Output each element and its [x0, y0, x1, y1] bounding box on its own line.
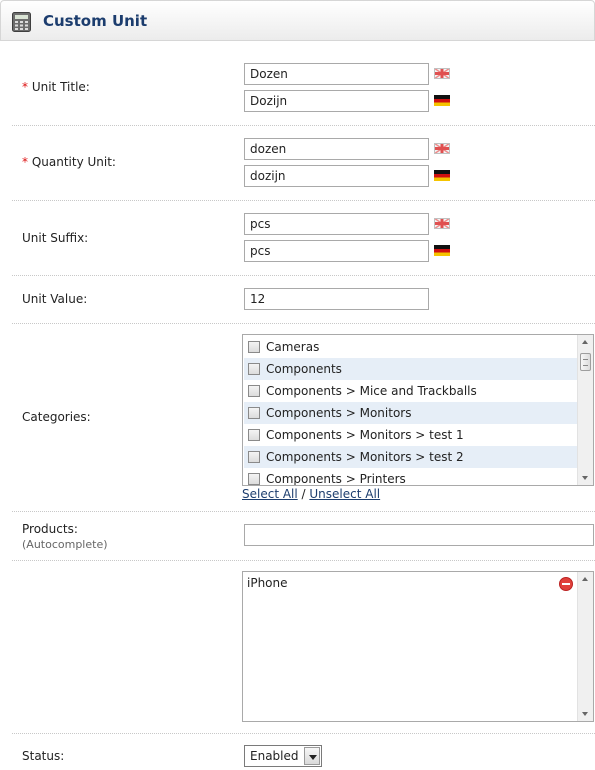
unselect-all-link[interactable]: Unselect All: [309, 487, 380, 501]
row-divider: [12, 511, 595, 512]
list-item[interactable]: Components > Monitors > test 2: [244, 446, 577, 468]
panel-header: Custom Unit: [0, 0, 595, 41]
calculator-icon: [12, 12, 31, 32]
category-checkbox[interactable]: [248, 429, 260, 441]
category-select-links: Select All / Unselect All: [242, 487, 380, 501]
list-item[interactable]: Components: [244, 358, 577, 380]
selected-products-scrollbar[interactable]: [577, 572, 593, 721]
scroll-thumb[interactable]: [580, 353, 591, 371]
category-checkbox[interactable]: [248, 473, 260, 485]
categories-list[interactable]: Cameras Components Components > Mice and…: [242, 334, 594, 486]
unit-suffix-de-input[interactable]: [244, 240, 429, 262]
unit-value-input[interactable]: [244, 288, 429, 310]
products-label: Products: (Autocomplete): [22, 522, 108, 552]
required-mark: *: [22, 155, 28, 169]
select-all-link[interactable]: Select All: [242, 487, 298, 501]
link-separator: /: [297, 487, 310, 501]
category-checkbox[interactable]: [248, 451, 260, 463]
status-label: Status:: [22, 749, 64, 763]
quantity-unit-label-text: Quantity Unit:: [31, 155, 116, 169]
scroll-up-icon[interactable]: [582, 340, 588, 344]
category-checkbox[interactable]: [248, 385, 260, 397]
scroll-up-icon[interactable]: [582, 577, 588, 581]
unit-suffix-en-input[interactable]: [244, 213, 429, 235]
row-divider: [12, 733, 595, 734]
quantity-unit-de-input[interactable]: [244, 165, 429, 187]
quantity-unit-label: * Quantity Unit:: [22, 155, 116, 169]
status-select[interactable]: Enabled: [244, 745, 322, 767]
custom-unit-panel: Custom Unit * Unit Title: * Quantity Uni…: [0, 0, 595, 770]
chevron-down-icon[interactable]: [304, 747, 320, 765]
row-divider: [12, 560, 595, 561]
list-item[interactable]: Components > Mice and Trackballs: [244, 380, 577, 402]
category-checkbox[interactable]: [248, 407, 260, 419]
category-checkbox[interactable]: [248, 341, 260, 353]
categories-scrollbar[interactable]: [577, 335, 593, 485]
scroll-down-icon[interactable]: [582, 476, 588, 480]
unit-value-label: Unit Value:: [22, 292, 87, 306]
uk-flag-icon: [434, 143, 450, 154]
unit-title-label: * Unit Title:: [22, 80, 90, 94]
unit-title-de-input[interactable]: [244, 90, 429, 112]
required-mark: *: [22, 80, 28, 94]
row-divider: [12, 323, 595, 324]
selected-products-box[interactable]: iPhone: [242, 571, 594, 722]
unit-title-label-text: Unit Title:: [31, 80, 90, 94]
list-item[interactable]: Components > Monitors: [244, 402, 577, 424]
category-label: Components > Mice and Trackballs: [266, 384, 477, 398]
german-flag-icon: [434, 245, 450, 256]
category-checkbox[interactable]: [248, 363, 260, 375]
row-divider: [12, 200, 595, 201]
category-label: Components > Monitors: [266, 406, 412, 420]
status-label-text: Status:: [22, 749, 65, 763]
selected-product-item: iPhone: [247, 576, 288, 590]
list-item[interactable]: Cameras: [244, 336, 577, 358]
category-label: Components: [266, 362, 342, 376]
category-label: Components > Monitors > test 2: [266, 450, 464, 464]
list-item[interactable]: Components > Monitors > test 1: [244, 424, 577, 446]
status-selected-value: Enabled: [250, 749, 299, 763]
remove-icon[interactable]: [559, 577, 573, 591]
categories-label: Categories:: [22, 410, 91, 424]
quantity-unit-en-input[interactable]: [244, 138, 429, 160]
row-divider: [12, 275, 595, 276]
products-autocomplete-input[interactable]: [244, 524, 594, 546]
unit-suffix-label-text: Unit Suffix:: [22, 231, 89, 245]
categories-label-text: Categories:: [22, 410, 91, 424]
products-sublabel: (Autocomplete): [22, 538, 108, 551]
unit-suffix-label: Unit Suffix:: [22, 231, 88, 245]
uk-flag-icon: [434, 68, 450, 79]
list-item[interactable]: Components > Printers: [244, 468, 577, 486]
category-label: Components > Printers: [266, 472, 406, 486]
row-divider: [12, 125, 595, 126]
category-label: Components > Monitors > test 1: [266, 428, 464, 442]
uk-flag-icon: [434, 218, 450, 229]
scroll-down-icon[interactable]: [582, 712, 588, 716]
products-label-text: Products:: [22, 522, 78, 536]
page-title: Custom Unit: [43, 12, 148, 30]
unit-value-label-text: Unit Value:: [22, 292, 88, 306]
german-flag-icon: [434, 95, 450, 106]
german-flag-icon: [434, 170, 450, 181]
category-label: Cameras: [266, 340, 320, 354]
unit-title-en-input[interactable]: [244, 63, 429, 85]
